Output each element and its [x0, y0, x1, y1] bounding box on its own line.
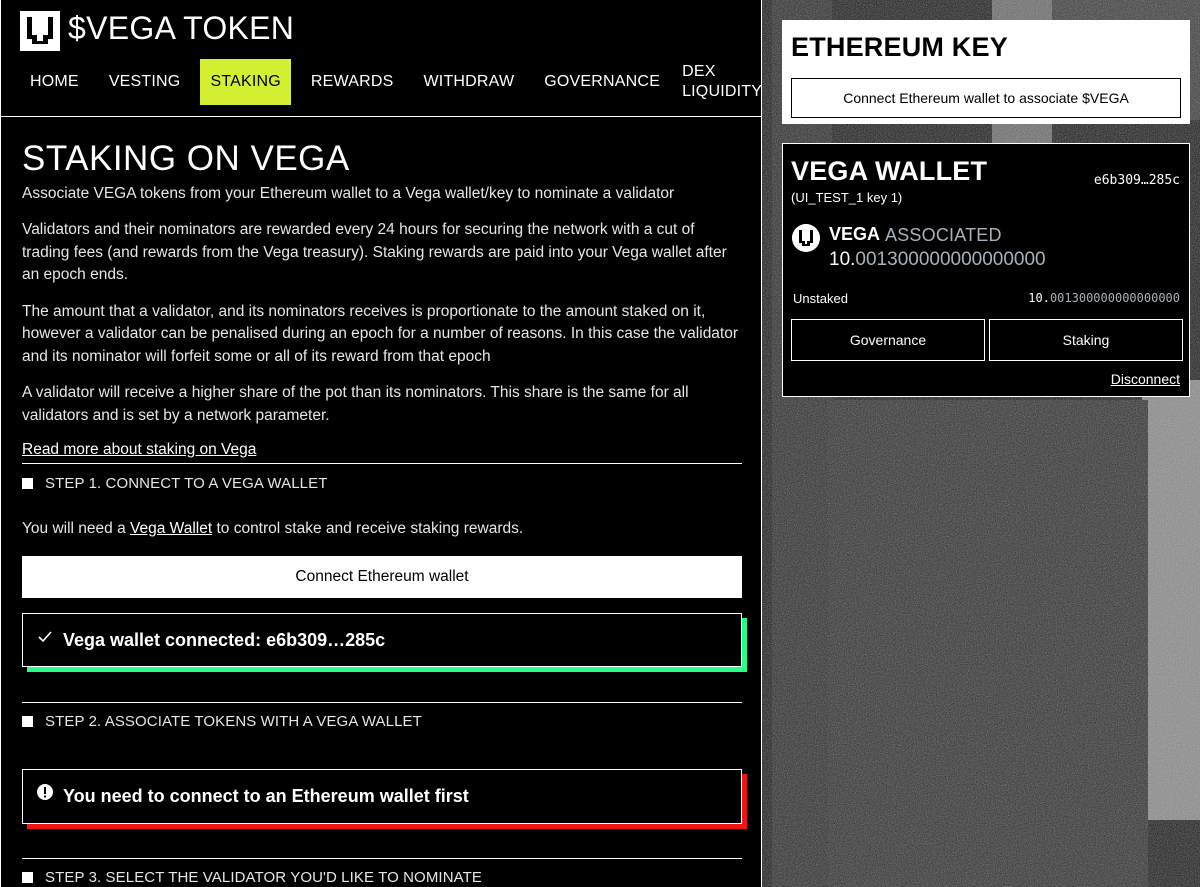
- read-more-link[interactable]: Read more about staking on Vega: [22, 441, 256, 459]
- step-2-title: STEP 2. ASSOCIATE TOKENS WITH A VEGA WAL…: [45, 713, 422, 730]
- step-divider: [22, 858, 742, 859]
- nav-withdraw[interactable]: WITHDRAW: [414, 59, 525, 105]
- vega-wallet-key: e6b309…285c: [1093, 173, 1180, 188]
- unstaked-label: Unstaked: [793, 291, 848, 306]
- step-1-header: STEP 1. CONNECT TO A VEGA WALLET: [22, 475, 327, 492]
- main-column: $VEGA TOKEN HOME VESTING STAKING REWARDS…: [0, 0, 762, 887]
- nav-staking[interactable]: STAKING: [200, 59, 291, 105]
- main-nav: HOME VESTING STAKING REWARDS WITHDRAW GO…: [20, 59, 761, 105]
- step-3-title: STEP 3. SELECT THE VALIDATOR YOU'D LIKE …: [45, 869, 482, 886]
- connect-ethereum-wallet-button[interactable]: Connect Ethereum wallet: [22, 556, 742, 598]
- app-title: $VEGA TOKEN: [68, 10, 295, 46]
- page-title: STAKING ON VEGA: [22, 139, 350, 178]
- vega-token-icon: [792, 224, 820, 252]
- step-1-desc-prefix: You will need a: [22, 520, 131, 537]
- connect-ethereum-associate-button[interactable]: Connect Ethereum wallet to associate $VE…: [791, 78, 1181, 118]
- vega-wallet-connected-callout: Vega wallet connected: e6b309…285c: [22, 613, 747, 672]
- checkmark-icon: [37, 628, 53, 649]
- vega-wallet-link[interactable]: Vega Wallet: [130, 520, 212, 537]
- associated-balance: 10.001300000000000000: [829, 249, 1046, 271]
- ethereum-key-card: ETHEREUM KEY Connect Ethereum wallet to …: [782, 20, 1190, 124]
- callout-box: You need to connect to an Ethereum walle…: [22, 769, 742, 824]
- unstaked-value: 10.001300000000000000: [1028, 291, 1180, 305]
- step-1-title: STEP 1. CONNECT TO A VEGA WALLET: [45, 475, 328, 492]
- staking-content: STAKING ON VEGA Associate VEGA tokens fr…: [22, 140, 742, 459]
- paragraph-penalties: The amount that a validator, and its nom…: [22, 302, 739, 365]
- step-bullet-icon: [22, 872, 33, 883]
- step-1-description: You will need a Vega Wallet to control s…: [22, 520, 523, 538]
- connect-ethereum-warning-callout: You need to connect to an Ethereum walle…: [22, 769, 747, 829]
- balance-integer: 10.: [829, 249, 856, 270]
- step-divider: [22, 702, 742, 703]
- vega-wallet-title: VEGA WALLET: [791, 156, 988, 186]
- paragraph-share: A validator will receive a higher share …: [22, 384, 689, 424]
- governance-button[interactable]: Governance: [791, 319, 985, 361]
- nav-governance[interactable]: GOVERNANCE: [534, 59, 670, 105]
- step-3-header: STEP 3. SELECT THE VALIDATOR YOU'D LIKE …: [22, 869, 482, 886]
- callout-box: Vega wallet connected: e6b309…285c: [22, 613, 742, 667]
- nav-dex-liquidity[interactable]: DEX LIQUIDITY: [680, 59, 761, 105]
- step-bullet-icon: [22, 716, 33, 727]
- nav-rewards[interactable]: REWARDS: [301, 59, 404, 105]
- balance-decimals: 001300000000000000: [855, 249, 1046, 270]
- alert-icon: [37, 784, 53, 805]
- unstaked-decimals: 001300000000000000: [1049, 291, 1180, 305]
- disconnect-link[interactable]: Disconnect: [1111, 371, 1180, 387]
- vega-token-name: VEGA: [829, 224, 881, 244]
- callout-text: You need to connect to an Ethereum walle…: [63, 786, 469, 806]
- vega-logo-icon[interactable]: [20, 11, 60, 51]
- vega-wallet-card: VEGA WALLET e6b309…285c (UI_TEST_1 key 1…: [782, 143, 1190, 397]
- callout-text: Vega wallet connected: e6b309…285c: [63, 629, 386, 650]
- step-1-desc-suffix: to control stake and receive staking rew…: [212, 520, 524, 537]
- step-divider: [22, 463, 742, 464]
- nav-vesting[interactable]: VESTING: [99, 59, 191, 105]
- paragraph-rewards: Validators and their nominators are rewa…: [22, 221, 727, 283]
- page-intro: Associate VEGA tokens from your Ethereum…: [22, 185, 675, 202]
- unstaked-integer: 10.: [1028, 291, 1050, 305]
- step-bullet-icon: [22, 478, 33, 489]
- associated-label: ASSOCIATED: [885, 225, 1002, 245]
- nav-home[interactable]: HOME: [20, 59, 89, 105]
- vega-wallet-key-name: (UI_TEST_1 key 1): [791, 190, 903, 205]
- app-header: $VEGA TOKEN HOME VESTING STAKING REWARDS…: [1, 0, 761, 117]
- step-2-header: STEP 2. ASSOCIATE TOKENS WITH A VEGA WAL…: [22, 713, 422, 730]
- background-noise: [762, 0, 1200, 887]
- ethereum-key-title: ETHEREUM KEY: [791, 32, 1008, 62]
- staking-button[interactable]: Staking: [989, 319, 1183, 361]
